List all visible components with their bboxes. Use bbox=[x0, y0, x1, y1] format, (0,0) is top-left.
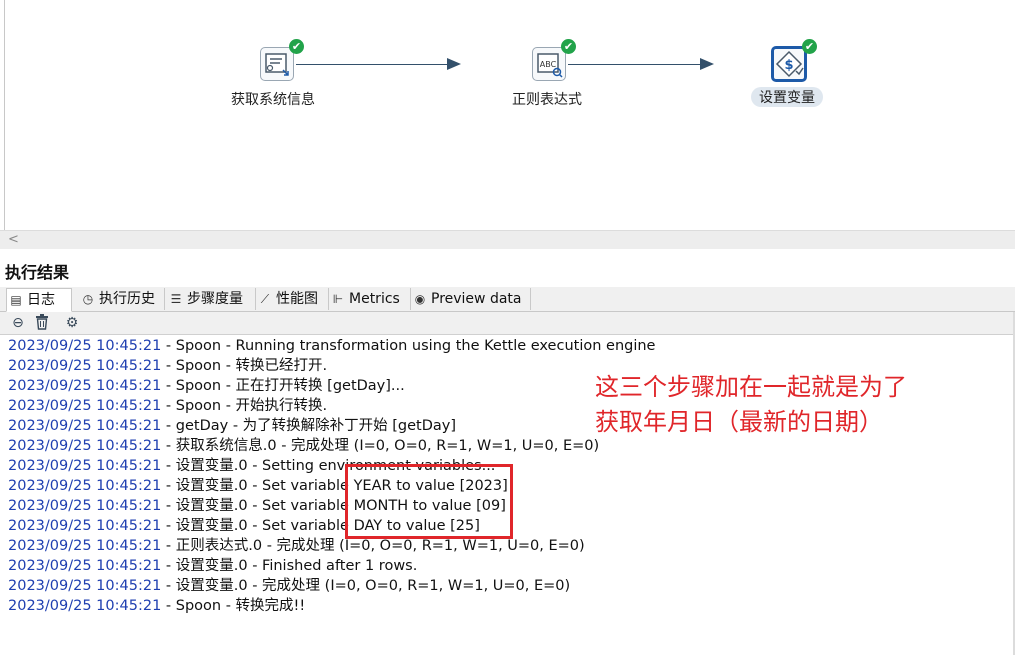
log-message: - getDay - 为了转换解除补丁开始 [getDay] bbox=[161, 418, 457, 434]
log-timestamp: 2023/09/25 10:45:21 bbox=[8, 338, 162, 354]
tab-log-label: 日志 bbox=[27, 292, 55, 308]
results-panel-title: 执行结果 bbox=[5, 263, 70, 282]
transformation-canvas[interactable]: ✔ 获取系统信息 ABC ✔ 正则表达式 $ ✔ 设置变量 bbox=[0, 0, 1015, 230]
hop-line-1[interactable] bbox=[296, 64, 448, 65]
log-timestamp: 2023/09/25 10:45:21 bbox=[8, 498, 162, 514]
log-timestamp: 2023/09/25 10:45:21 bbox=[8, 438, 162, 454]
step-label-get-system-info[interactable]: 获取系统信息 bbox=[231, 89, 315, 109]
hop-arrow-1-icon bbox=[447, 58, 461, 70]
log-timestamp: 2023/09/25 10:45:21 bbox=[8, 398, 162, 414]
tab-step-metrics[interactable]: ☰ 步骤度量 bbox=[167, 288, 256, 310]
log-icon: ▤ bbox=[10, 293, 22, 307]
log-timestamp: 2023/09/25 10:45:21 bbox=[8, 378, 162, 394]
log-line: 2023/09/25 10:45:21 - Spoon - Running tr… bbox=[8, 336, 1008, 356]
tab-performance-label: 性能图 bbox=[276, 291, 318, 307]
tab-preview-data[interactable]: ◉ Preview data bbox=[411, 288, 531, 310]
regex-abc-icon: ABC bbox=[537, 53, 563, 78]
tab-preview-label: Preview data bbox=[431, 291, 522, 307]
success-check-icon: ✔ bbox=[561, 39, 576, 54]
step-get-system-info[interactable] bbox=[260, 47, 294, 81]
log-message: - Spoon - 正在打开转换 [getDay]... bbox=[161, 378, 405, 394]
tab-log[interactable]: ▤ 日志 bbox=[6, 288, 72, 312]
set-variables-icon: $ bbox=[775, 50, 804, 78]
log-message: - Spoon - 开始执行转换. bbox=[161, 398, 328, 414]
log-timestamp: 2023/09/25 10:45:21 bbox=[8, 578, 162, 594]
log-timestamp: 2023/09/25 10:45:21 bbox=[8, 358, 162, 374]
log-line: 2023/09/25 10:45:21 - Spoon - 转换完成!! bbox=[8, 596, 1008, 616]
log-line: 2023/09/25 10:45:21 - 设置变量.0 - Finished … bbox=[8, 556, 1008, 576]
log-message: - 获取系统信息.0 - 完成处理 (I=0, O=0, R=1, W=1, U… bbox=[161, 438, 600, 454]
log-message: - Spoon - Running transformation using t… bbox=[161, 338, 656, 354]
svg-text:ABC: ABC bbox=[540, 60, 557, 69]
tab-history-label: 执行历史 bbox=[99, 291, 155, 307]
log-timestamp: 2023/09/25 10:45:21 bbox=[8, 418, 162, 434]
annotation-text: 这三个步骤加在一起就是为了 获取年月日（最新的日期） bbox=[595, 370, 907, 440]
hop-line-2[interactable] bbox=[568, 64, 702, 65]
tab-metrics[interactable]: ⊩ Metrics bbox=[329, 288, 411, 310]
hop-arrow-2-icon bbox=[700, 58, 714, 70]
stop-icon[interactable]: ⊖ bbox=[9, 314, 27, 332]
svg-text:$: $ bbox=[784, 58, 793, 73]
log-line: 2023/09/25 10:45:21 - 正则表达式.0 - 完成处理 (I=… bbox=[8, 536, 1008, 556]
step-label-set-variables[interactable]: 设置变量 bbox=[751, 87, 823, 107]
performance-chart-icon: ⟋ bbox=[260, 292, 270, 306]
tab-execution-history[interactable]: ◷ 执行历史 bbox=[79, 288, 165, 310]
step-set-variables[interactable]: $ bbox=[771, 46, 807, 82]
annotation-line-2: 获取年月日（最新的日期） bbox=[595, 408, 883, 436]
tab-performance-chart[interactable]: ⟋ 性能图 bbox=[256, 288, 329, 310]
history-icon: ◷ bbox=[82, 292, 94, 306]
step-regex[interactable]: ABC bbox=[532, 47, 566, 81]
log-timestamp: 2023/09/25 10:45:21 bbox=[8, 478, 162, 494]
trash-glyph bbox=[36, 314, 48, 330]
canvas-left-border bbox=[4, 0, 5, 230]
tab-step-metrics-label: 步骤度量 bbox=[187, 291, 243, 307]
log-line: 2023/09/25 10:45:21 - 设置变量.0 - 完成处理 (I=0… bbox=[8, 576, 1008, 596]
eye-icon: ◉ bbox=[414, 292, 426, 306]
settings-icon[interactable]: ⚙ bbox=[63, 314, 81, 332]
log-timestamp: 2023/09/25 10:45:21 bbox=[8, 458, 162, 474]
log-message: - 正则表达式.0 - 完成处理 (I=0, O=0, R=1, W=1, U=… bbox=[161, 538, 585, 554]
trash-icon[interactable] bbox=[33, 314, 51, 332]
log-toolbar: ⊖ ⚙ bbox=[0, 312, 1015, 335]
tab-metrics-label: Metrics bbox=[349, 291, 400, 307]
metrics-icon: ⊩ bbox=[332, 292, 344, 306]
log-message: - Spoon - 转换完成!! bbox=[161, 598, 306, 614]
annotation-highlight-box bbox=[345, 464, 513, 539]
log-message: - 设置变量.0 - 完成处理 (I=0, O=0, R=1, W=1, U=0… bbox=[161, 578, 571, 594]
system-info-icon bbox=[265, 53, 289, 76]
log-timestamp: 2023/09/25 10:45:21 bbox=[8, 558, 162, 574]
annotation-line-1: 这三个步骤加在一起就是为了 bbox=[595, 373, 907, 401]
success-check-icon: ✔ bbox=[802, 39, 817, 54]
scroll-left-icon[interactable]: < bbox=[8, 231, 19, 249]
canvas-horizontal-scrollbar[interactable]: < bbox=[0, 230, 1015, 249]
log-message: - Spoon - 转换已经打开. bbox=[161, 358, 328, 374]
results-tab-bar: ▤ 日志 ◷ 执行历史 ☰ 步骤度量 ⟋ 性能图 ⊩ Metrics ◉ Preview d… bbox=[0, 287, 1015, 312]
log-timestamp: 2023/09/25 10:45:21 bbox=[8, 518, 162, 534]
log-timestamp: 2023/09/25 10:45:21 bbox=[8, 598, 162, 614]
step-metrics-icon: ☰ bbox=[170, 292, 182, 306]
log-message: - 设置变量.0 - Finished after 1 rows. bbox=[161, 558, 418, 574]
success-check-icon: ✔ bbox=[289, 39, 304, 54]
step-label-regex[interactable]: 正则表达式 bbox=[512, 89, 582, 109]
log-timestamp: 2023/09/25 10:45:21 bbox=[8, 538, 162, 554]
